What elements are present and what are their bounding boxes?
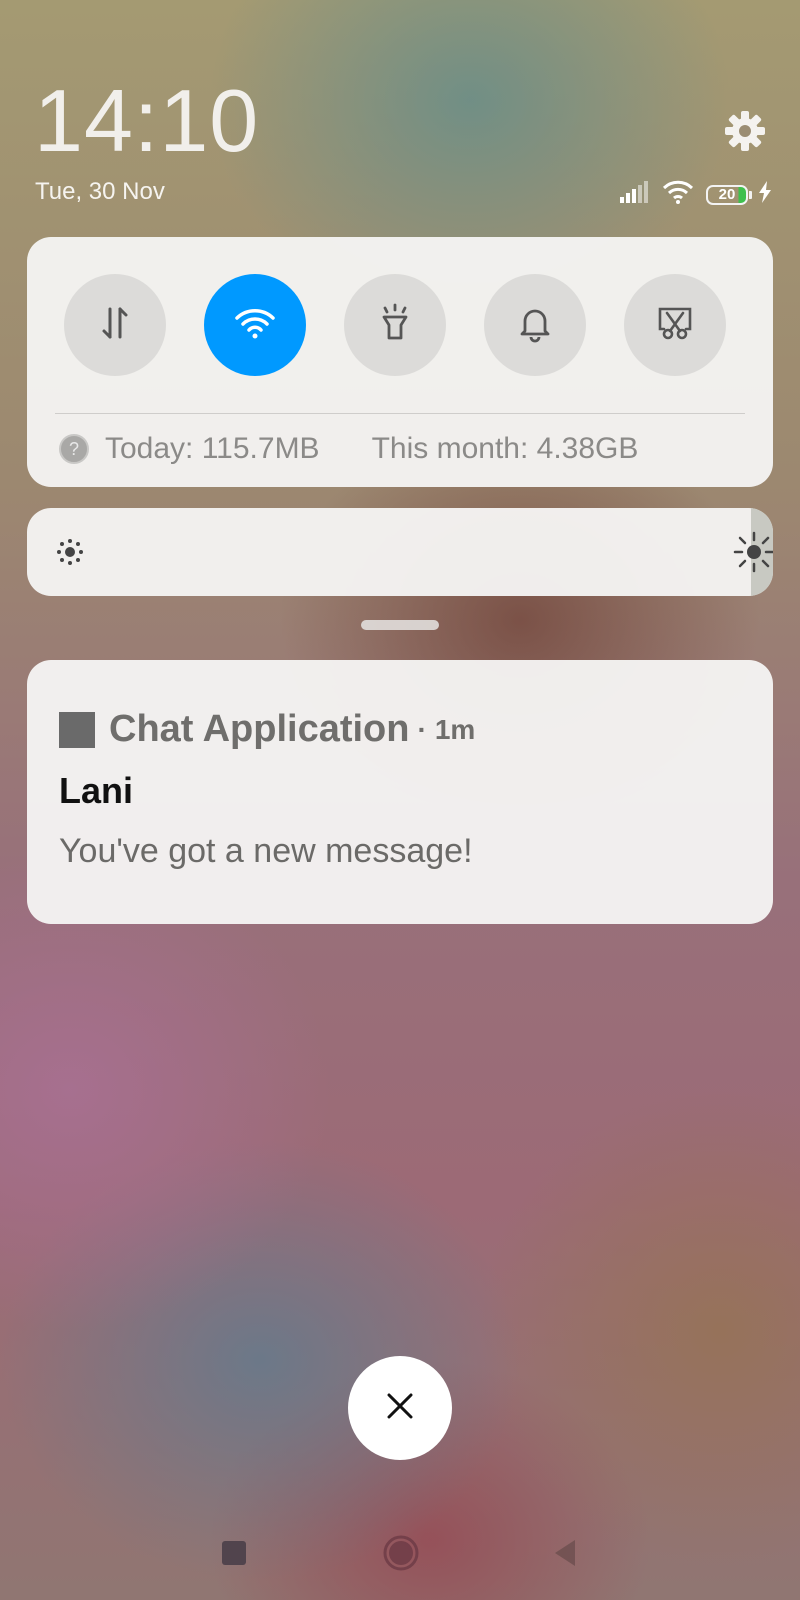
home-circle-icon[interactable] — [381, 1533, 421, 1578]
screenshot-toggle[interactable] — [624, 274, 726, 376]
drag-handle[interactable] — [361, 620, 439, 630]
wifi-icon — [662, 180, 694, 209]
data-usage-today: Today: 115.7MB — [105, 432, 320, 465]
wifi-icon — [233, 305, 277, 346]
charging-icon — [758, 181, 772, 208]
wifi-toggle[interactable] — [204, 274, 306, 376]
brightness-slider[interactable] — [27, 508, 773, 596]
mobile-data-toggle[interactable] — [64, 274, 166, 376]
battery-icon: 20 — [706, 184, 752, 205]
dismiss-all-button[interactable] — [348, 1356, 452, 1460]
flashlight-toggle[interactable] — [344, 274, 446, 376]
notification-title: Lani — [59, 770, 134, 811]
app-icon — [59, 711, 95, 748]
data-usage[interactable]: ? Today: 115.7MB This month: 4.38GB — [59, 432, 638, 466]
clock-date: Tue, 30 Nov — [35, 178, 165, 205]
quick-settings-panel: ? Today: 115.7MB This month: 4.38GB — [27, 237, 773, 487]
bell-icon — [515, 303, 555, 348]
help-icon: ? — [59, 434, 89, 464]
status-icons: 20 — [620, 180, 772, 209]
notification-app-name: Chat Application — [109, 708, 410, 750]
sound-toggle[interactable] — [484, 274, 586, 376]
close-icon — [385, 1391, 415, 1426]
brightness-low-icon — [54, 536, 86, 573]
gear-icon[interactable] — [722, 108, 768, 154]
back-triangle-icon[interactable] — [551, 1538, 579, 1573]
divider — [55, 413, 745, 414]
signal-icon — [620, 181, 650, 208]
brightness-high-icon — [733, 531, 773, 578]
notification-card[interactable]: Chat Application · 1m Lani You've got a … — [27, 660, 773, 924]
notification-message: You've got a new message! — [59, 832, 473, 870]
separator-dot: · — [417, 713, 427, 745]
battery-level: 20 — [706, 184, 748, 205]
data-usage-month: This month: 4.38GB — [371, 432, 639, 465]
recents-square-icon[interactable] — [222, 1541, 246, 1565]
notification-header: Chat Application · 1m — [59, 708, 475, 751]
data-transfer-icon — [95, 303, 135, 348]
screenshot-scissors-icon — [654, 303, 696, 348]
notification-time: 1m — [434, 713, 476, 745]
clock-time: 14:10 — [34, 71, 260, 170]
flashlight-icon — [375, 303, 415, 348]
